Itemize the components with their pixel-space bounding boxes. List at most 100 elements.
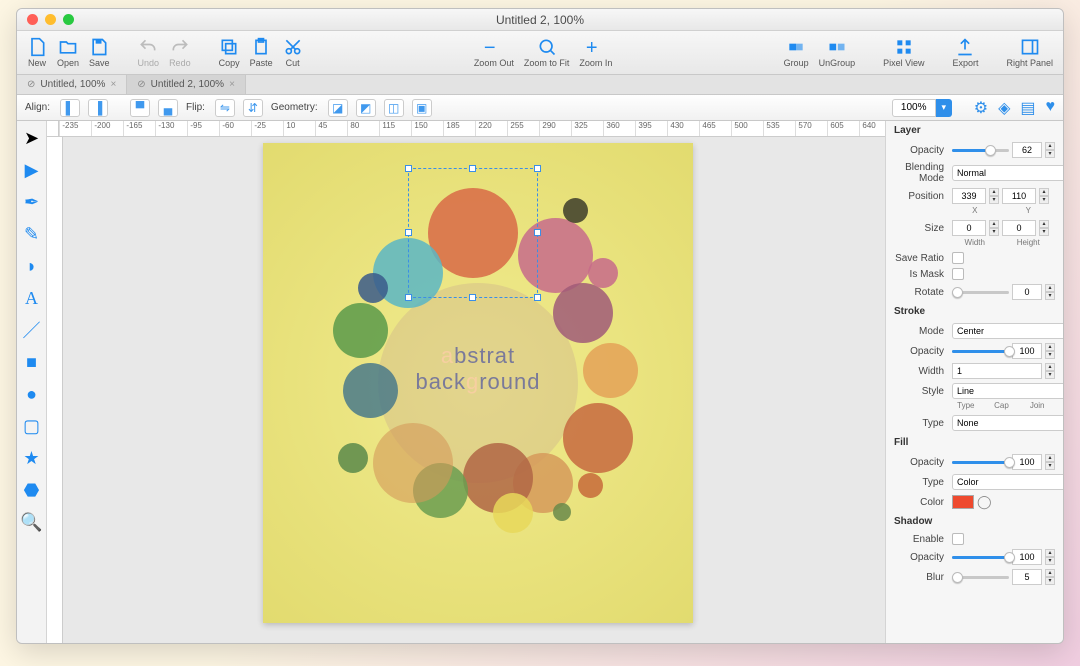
fill-opacity-slider[interactable] [952, 461, 1009, 464]
flip-h-button[interactable]: ⇋ [215, 99, 235, 117]
artboard[interactable]: abstrat background [263, 143, 693, 623]
color-picker-icon[interactable]: ◯ [977, 494, 992, 510]
align-bottom-button[interactable]: ▄ [158, 99, 178, 117]
star-tool[interactable]: ★ [21, 447, 43, 469]
tab-dirty-icon: ⊘ [137, 79, 145, 90]
stroke-section-title: Stroke [886, 302, 1063, 321]
zoom-tool[interactable]: 🔍 [21, 511, 43, 533]
rounded-rect-tool[interactable]: ▢ [21, 415, 43, 437]
group-button[interactable]: Group [784, 37, 809, 68]
save-button[interactable]: Save [89, 37, 110, 68]
pen-tool[interactable]: ✒ [21, 191, 43, 213]
zoom-in-button[interactable]: +Zoom In [579, 37, 612, 68]
app-window: Untitled 2, 100% New Open Save Undo Redo… [16, 8, 1064, 644]
tab-untitled-2[interactable]: ⊘Untitled 2, 100%× [127, 75, 246, 94]
canvas-viewport[interactable]: abstrat background [63, 137, 885, 643]
zoom-fit-button[interactable]: Zoom to Fit [524, 37, 570, 68]
geometry-exclude-button[interactable]: ▣ [412, 99, 432, 117]
stroke-fill-type-select[interactable]: ▾ [952, 415, 1063, 431]
redo-button[interactable]: Redo [169, 37, 191, 68]
paste-button[interactable]: Paste [250, 37, 273, 68]
rotate-input[interactable] [1012, 284, 1042, 300]
maximize-button[interactable] [63, 14, 74, 25]
fill-type-select[interactable]: ▾ [952, 474, 1063, 490]
stroke-opacity-slider[interactable] [952, 350, 1009, 353]
flip-v-button[interactable]: ⇵ [243, 99, 263, 117]
shadow-blur-input[interactable] [1012, 569, 1042, 585]
tab-close-icon[interactable]: × [229, 79, 235, 90]
size-w-input[interactable] [952, 220, 986, 236]
select-tool[interactable]: ➤ [21, 127, 43, 149]
fill-opacity-input[interactable] [1012, 454, 1042, 470]
zoom-input[interactable] [892, 99, 936, 117]
geometry-subtract-button[interactable]: ◩ [356, 99, 376, 117]
tab-close-icon[interactable]: × [110, 79, 116, 90]
stroke-opacity-input[interactable] [1012, 343, 1042, 359]
selection-bounds[interactable] [408, 168, 538, 298]
position-y-input[interactable] [1002, 188, 1036, 204]
zoom-out-button[interactable]: −Zoom Out [474, 37, 514, 68]
document-tabs: ⊘Untitled, 100%× ⊘Untitled 2, 100%× [17, 75, 1063, 95]
ungroup-button[interactable]: UnGroup [819, 37, 856, 68]
tab-dirty-icon: ⊘ [27, 79, 35, 90]
right-panel-button[interactable]: Right Panel [1006, 37, 1053, 68]
artboard-text: abstrat background [263, 343, 693, 395]
align-left-button[interactable]: ▌ [60, 99, 80, 117]
horizontal-ruler: -235-200-165-130-95-60-25104580115150185… [59, 121, 885, 137]
direct-select-tool[interactable]: ▶ [21, 159, 43, 181]
arc-tool[interactable]: ◗ [21, 255, 43, 277]
tool-strip: ➤ ▶ ✒ ✎ ◗ A ／ ■ ● ▢ ★ ⬣ 🔍 [17, 121, 47, 643]
new-button[interactable]: New [27, 37, 47, 68]
shadow-opacity-input[interactable] [1012, 549, 1042, 565]
fill-color-swatch[interactable] [952, 495, 974, 509]
geometry-label: Geometry: [271, 102, 318, 113]
stepper[interactable]: ▴▾ [1045, 142, 1055, 158]
position-x-input[interactable] [952, 188, 986, 204]
polygon-tool[interactable]: ⬣ [21, 479, 43, 501]
geometry-intersect-button[interactable]: ◫ [384, 99, 404, 117]
minimize-button[interactable] [45, 14, 56, 25]
align-top-button[interactable]: ▀ [130, 99, 150, 117]
main-toolbar: New Open Save Undo Redo Copy Paste Cut −… [17, 31, 1063, 75]
shadow-section-title: Shadow [886, 512, 1063, 531]
cut-button[interactable]: Cut [283, 37, 303, 68]
inspector-panel: Layer Opacity ▴▾ Blending Mode ▾ Positio… [885, 121, 1063, 643]
rotate-slider[interactable] [952, 291, 1009, 294]
stroke-type-select[interactable]: ▾ [952, 383, 1063, 399]
is-mask-checkbox[interactable] [952, 268, 964, 280]
layer-opacity-input[interactable] [1012, 142, 1042, 158]
tab-untitled-1[interactable]: ⊘Untitled, 100%× [17, 75, 127, 94]
settings-panel-icon[interactable]: ⚙ [974, 98, 988, 118]
fill-section-title: Fill [886, 433, 1063, 452]
save-ratio-checkbox[interactable] [952, 252, 964, 264]
close-button[interactable] [27, 14, 38, 25]
size-h-input[interactable] [1002, 220, 1036, 236]
line-tool[interactable]: ／ [21, 319, 43, 341]
zoom-select[interactable]: ▾ [892, 99, 952, 117]
ruler-corner [47, 121, 59, 137]
open-button[interactable]: Open [57, 37, 79, 68]
copy-button[interactable]: Copy [219, 37, 240, 68]
shadow-enable-checkbox[interactable] [952, 533, 964, 545]
favorites-panel-icon[interactable]: ♥ [1046, 98, 1056, 118]
pixel-view-button[interactable]: Pixel View [883, 37, 924, 68]
export-button[interactable]: Export [952, 37, 978, 68]
layer-opacity-slider[interactable] [952, 149, 1009, 152]
undo-button[interactable]: Undo [138, 37, 160, 68]
text-tool[interactable]: A [21, 287, 43, 309]
titlebar: Untitled 2, 100% [17, 9, 1063, 31]
canvas-area: -235-200-165-130-95-60-25104580115150185… [47, 121, 885, 643]
stroke-mode-select[interactable]: ▾ [952, 323, 1063, 339]
rectangle-tool[interactable]: ■ [21, 351, 43, 373]
blend-mode-select[interactable]: ▾ [952, 165, 1063, 181]
align-center-button[interactable]: ▐ [88, 99, 108, 117]
stroke-width-input[interactable] [952, 363, 1042, 379]
ellipse-tool[interactable]: ● [21, 383, 43, 405]
shadow-opacity-slider[interactable] [952, 556, 1009, 559]
pencil-tool[interactable]: ✎ [21, 223, 43, 245]
shadow-blur-slider[interactable] [952, 576, 1009, 579]
geometry-union-button[interactable]: ◪ [328, 99, 348, 117]
zoom-dropdown-icon[interactable]: ▾ [936, 99, 952, 117]
layers-panel-icon[interactable]: ◈ [998, 98, 1010, 118]
library-panel-icon[interactable]: ▤ [1020, 98, 1035, 118]
